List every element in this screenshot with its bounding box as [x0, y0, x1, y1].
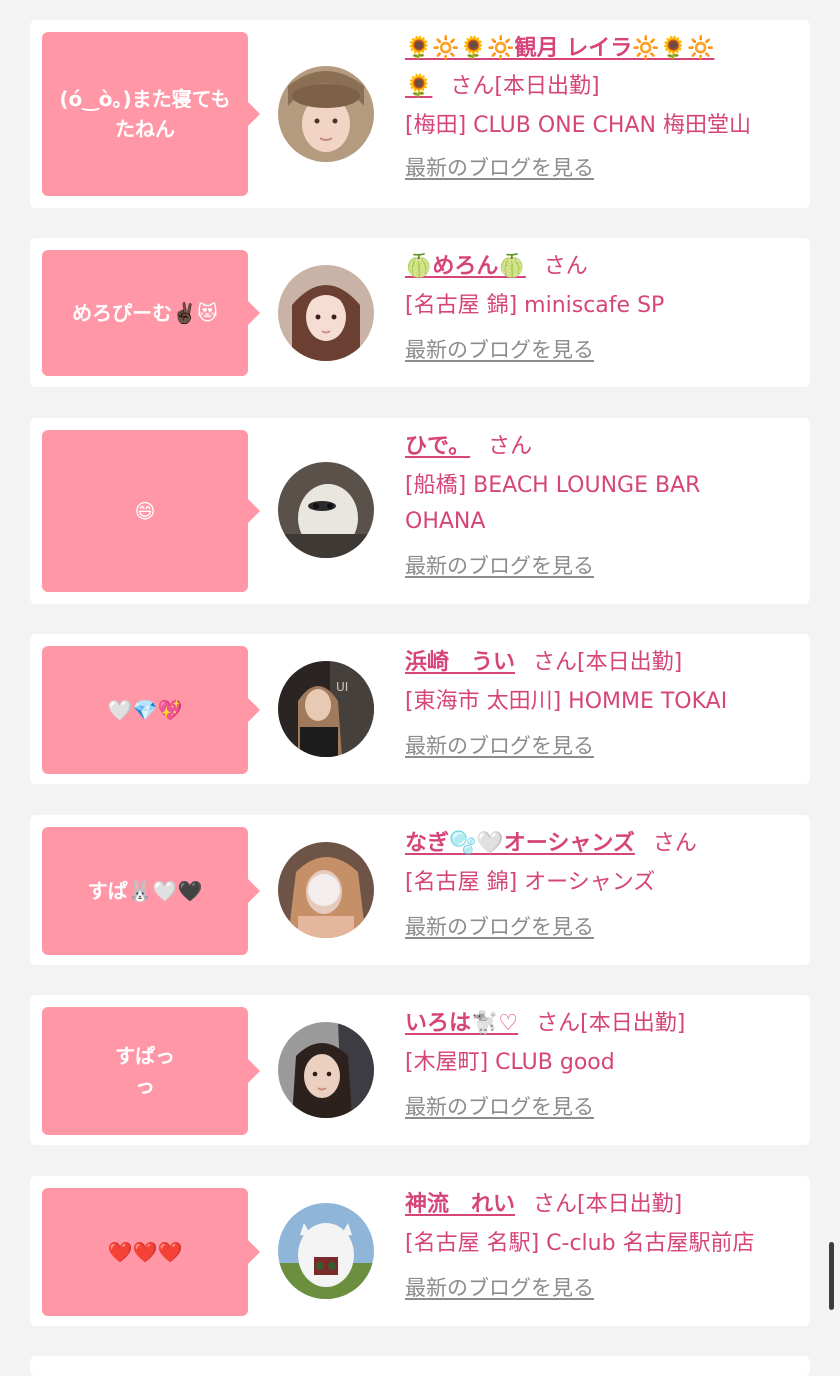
shop-name: [名古屋 錦] オーシャンズ [405, 870, 656, 895]
attendance-status: [本日出勤] [577, 1192, 683, 1217]
blog-card[interactable]: すぱっ っ いろは🐩♡ さん[本日出勤] [木屋町] CLUB good 最新のブ… [30, 995, 810, 1145]
message-bubble: めろぴーむ✌🏿😻 [42, 250, 260, 376]
avatar[interactable] [278, 842, 374, 938]
latest-blog-link[interactable]: 最新のブログを見る [405, 334, 594, 364]
message-bubble: ❤️❤️❤️ [42, 1188, 260, 1316]
avatar[interactable] [278, 462, 374, 558]
shop-name: [名古屋 錦] miniscafe SP [405, 293, 665, 318]
svg-text:UI: UI [336, 680, 348, 694]
blog-card[interactable]: 🤍💎💖 UI 浜崎 うい さん[本日出勤] [東海市 太田川] HOMME TOK… [30, 634, 810, 784]
message-bubble: すぱ🐰🤍🖤 [42, 827, 260, 955]
message-bubble: 😄 [42, 430, 260, 592]
attendance-status: [本日出勤] [580, 1011, 686, 1036]
message-text: (ó‿ò｡)また寝ても たねん [59, 87, 231, 141]
message-bubble: (ó‿ò｡)また寝ても たねん [42, 32, 260, 196]
message-bubble: すぱっ っ [42, 1007, 260, 1135]
message-text: めろぴーむ✌🏿😻 [72, 301, 218, 325]
message-text: すぱ🐰🤍🖤 [87, 879, 203, 903]
scrollbar[interactable] [829, 1242, 834, 1310]
honorific: さん [533, 650, 578, 675]
latest-blog-link[interactable]: 最新のブログを見る [405, 730, 594, 760]
shop-name: [東海市 太田川] HOMME TOKAI [405, 689, 728, 714]
shop-name: [名古屋 名駅] C-club 名古屋駅前店 [405, 1231, 755, 1256]
cast-name-link[interactable]: なぎ🫧🤍オーシャンズ [405, 831, 635, 856]
honorific: さん [450, 74, 495, 99]
blog-card[interactable]: 😄 ひで。 さん [船橋] BEACH LOUNGE BAR OHANA 最新のブ… [30, 418, 810, 604]
latest-blog-link[interactable]: 最新のブログを見る [405, 1272, 594, 1302]
cast-name-link[interactable]: いろは🐩♡ [405, 1011, 518, 1036]
cast-name-link[interactable]: ひで。 [405, 434, 470, 459]
shop-name: [木屋町] CLUB good [405, 1050, 615, 1075]
cast-name-link[interactable]: 🍈めろん🍈 [405, 254, 526, 279]
latest-blog-link[interactable]: 最新のブログを見る [405, 550, 594, 580]
blog-card[interactable]: (ó‿ò｡)また寝ても たねん 🌻🔆🌻🔆観月 レイラ🔆🌻🔆 🌻 さん[本日出勤] … [30, 20, 810, 208]
blog-card[interactable]: めろぴーむ✌🏿😻 🍈めろん🍈 さん [名古屋 錦] miniscafe SP 最新… [30, 238, 810, 387]
cast-name-link[interactable]: 浜崎 うい [405, 650, 515, 675]
avatar[interactable] [278, 1022, 374, 1118]
message-text: すぱっ っ [115, 1044, 175, 1098]
attendance-status: [本日出勤] [494, 74, 600, 99]
honorific: さん [652, 831, 697, 856]
avatar[interactable] [278, 66, 374, 162]
honorific: さん [543, 254, 588, 279]
blog-card[interactable]: すぱ🐰🤍🖤 なぎ🫧🤍オーシャンズ さん [名古屋 錦] オーシャンズ 最新のブログ… [30, 815, 810, 965]
message-text: 🤍💎💖 [107, 698, 183, 722]
honorific: さん [488, 434, 533, 459]
cast-name-link[interactable]: 神流 れい [405, 1192, 515, 1217]
honorific: さん [533, 1192, 578, 1217]
message-bubble: 🤍💎💖 [42, 646, 260, 774]
shop-name: [梅田] CLUB ONE CHAN 梅田堂山 [405, 113, 751, 138]
avatar[interactable]: UI [278, 661, 374, 757]
blog-card-partial[interactable] [30, 1356, 810, 1376]
blog-card[interactable]: ❤️❤️❤️ 神流 れい さん[本日出勤] [名古屋 名駅] C-club 名古屋… [30, 1176, 810, 1326]
message-text: 😄 [134, 499, 156, 523]
attendance-status: [本日出勤] [577, 650, 683, 675]
avatar[interactable] [278, 265, 374, 361]
latest-blog-link[interactable]: 最新のブログを見る [405, 152, 594, 182]
latest-blog-link[interactable]: 最新のブログを見る [405, 1091, 594, 1121]
avatar[interactable] [278, 1203, 374, 1299]
shop-name: [船橋] BEACH LOUNGE BAR OHANA [405, 473, 701, 534]
latest-blog-link[interactable]: 最新のブログを見る [405, 911, 594, 941]
honorific: さん [536, 1011, 581, 1036]
message-text: ❤️❤️❤️ [107, 1240, 183, 1264]
